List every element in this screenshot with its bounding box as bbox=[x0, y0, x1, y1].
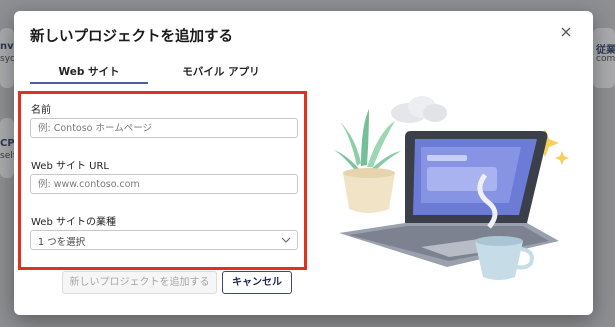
industry-dropdown[interactable]: 1 つを選択 bbox=[30, 230, 298, 250]
cloud-icon bbox=[391, 96, 447, 123]
name-input[interactable] bbox=[30, 118, 298, 138]
industry-dropdown-value: 1 つを選択 bbox=[38, 237, 86, 248]
dialog-title: 新しいプロジェクトを追加する bbox=[30, 29, 233, 45]
selected-tab-indicator bbox=[30, 82, 148, 84]
add-project-dialog: 新しいプロジェクトを追加する Web サイト モバイル アプリ 名前 Web サ… bbox=[14, 11, 593, 315]
close-button[interactable] bbox=[559, 24, 573, 38]
close-icon bbox=[561, 27, 571, 37]
website-url-label: Web サイト URL bbox=[31, 161, 109, 172]
background-card-subtitle: self bbox=[0, 151, 14, 161]
add-project-button[interactable]: 新しいプロジェクトを追加する bbox=[62, 271, 217, 294]
project-form-highlight: 名前 Web サイト URL Web サイトの業種 1 つを選択 bbox=[18, 91, 307, 270]
background-card-title: nva bbox=[0, 41, 14, 52]
industry-label: Web サイトの業種 bbox=[31, 217, 116, 228]
background-card-subtitle: com bbox=[596, 54, 615, 64]
background-card-title: CPA bbox=[0, 138, 14, 149]
background-card-subtitle: syc bbox=[0, 54, 14, 64]
name-label: 名前 bbox=[31, 105, 51, 116]
laptop-illustration bbox=[331, 96, 569, 280]
website-url-input[interactable] bbox=[30, 174, 298, 194]
chevron-down-icon bbox=[281, 237, 291, 243]
cancel-button[interactable]: キャンセル bbox=[222, 271, 292, 294]
tab-mobile-app[interactable]: モバイル アプリ bbox=[162, 64, 280, 86]
potted-plant bbox=[331, 109, 401, 213]
